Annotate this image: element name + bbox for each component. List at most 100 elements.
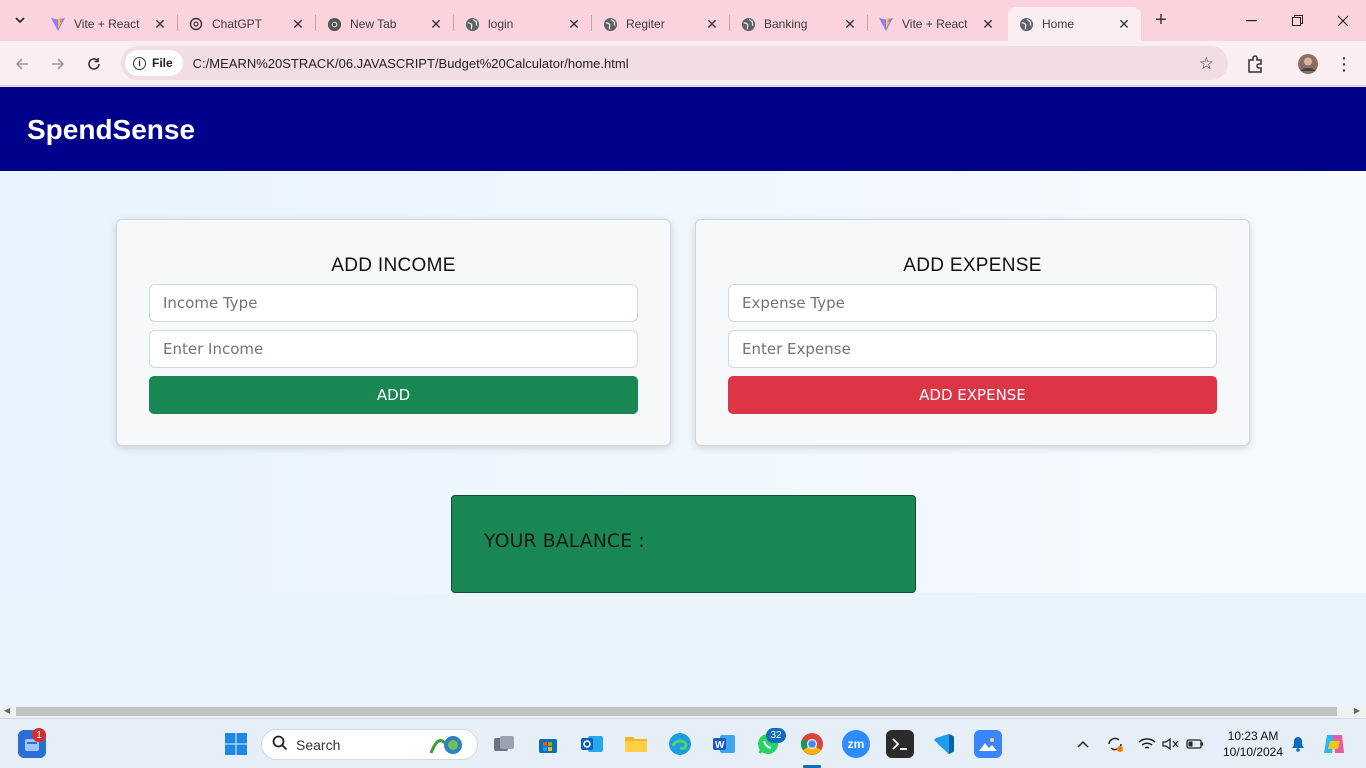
copilot-icon[interactable] (1322, 732, 1346, 756)
tab-label: Regiter (626, 17, 665, 31)
globe-icon (464, 16, 480, 32)
extensions-icon[interactable] (1243, 52, 1267, 76)
outlook-icon[interactable] (578, 730, 606, 758)
tab-label: login (488, 17, 514, 31)
tab-home[interactable]: Home ✕ (1008, 7, 1141, 41)
clock-time: 10:23 AM (1227, 729, 1279, 743)
tab-new-tab[interactable]: New Tab ✕ (316, 7, 454, 41)
search-highlight-icon (427, 733, 467, 760)
browser-tab-strip: Vite + React ✕ ChatGPT ✕ New Tab ✕ login… (0, 0, 1366, 41)
task-view-icon[interactable] (490, 730, 518, 758)
chatgpt-icon (188, 16, 204, 32)
notification-bell-icon[interactable] (1289, 735, 1307, 753)
expense-title: ADD EXPENSE (903, 255, 1042, 276)
tab-login[interactable]: login ✕ (454, 7, 592, 41)
tab-label: New Tab (350, 17, 397, 31)
terminal-icon[interactable] (886, 730, 914, 758)
scroll-left-icon[interactable]: ◀ (4, 706, 10, 715)
word-icon[interactable]: W (710, 730, 738, 758)
battery-icon[interactable] (1186, 735, 1204, 753)
more-menu-icon[interactable]: ⋮ (1332, 52, 1356, 76)
new-tab-button[interactable]: + (1150, 9, 1172, 31)
browser-toolbar: i File C:/MEARN%20STRACK/06.JAVASCRIPT/B… (0, 41, 1366, 86)
income-type-input[interactable]: Income Type (149, 284, 638, 322)
wifi-icon[interactable] (1138, 735, 1156, 753)
close-icon[interactable]: ✕ (841, 15, 859, 33)
globe-icon (1018, 16, 1034, 32)
add-expense-button[interactable]: ADD EXPENSE (728, 376, 1217, 414)
search-icon (272, 735, 288, 754)
close-icon[interactable]: ✕ (151, 15, 169, 33)
scroll-right-icon[interactable]: ▶ (1354, 706, 1360, 715)
brand-title: SpendSense (27, 114, 196, 145)
vscode-icon[interactable] (930, 730, 958, 758)
svg-text:W: W (715, 740, 725, 751)
income-amount-input[interactable]: Enter Income (149, 330, 638, 368)
income-card: ADD INCOME Income Type Enter Income ADD (116, 219, 671, 446)
globe-icon (740, 16, 756, 32)
close-icon[interactable]: ✕ (289, 15, 307, 33)
site-chip-label: File (152, 56, 173, 70)
close-icon[interactable]: ✕ (703, 15, 721, 33)
tab-chatgpt[interactable]: ChatGPT ✕ (178, 7, 316, 41)
search-label: Search (296, 736, 341, 753)
back-button[interactable] (10, 52, 34, 76)
edge-icon[interactable] (666, 730, 694, 758)
sync-icon[interactable] (1106, 735, 1124, 753)
close-icon[interactable]: ✕ (427, 15, 445, 33)
income-title: ADD INCOME (331, 255, 456, 276)
app-header: SpendSense (0, 87, 1366, 171)
vite-icon (878, 16, 894, 32)
vite-icon (50, 16, 66, 32)
horizontal-scrollbar[interactable]: ◀ ▶ (0, 705, 1366, 718)
tab-label: Home (1042, 17, 1075, 31)
tab-regiter[interactable]: Regiter ✕ (592, 7, 730, 41)
minimize-button[interactable] (1228, 0, 1274, 41)
tab-vite-react-2[interactable]: Vite + React ✕ (868, 7, 1005, 41)
info-icon: i (133, 56, 146, 70)
photos-icon[interactable] (974, 730, 1002, 758)
tab-banking[interactable]: Banking ✕ (730, 7, 868, 41)
scrollbar-thumb[interactable] (16, 707, 1337, 716)
windows-taskbar: 1 Search W 32 zm 10:23 AM 10/10/2024 (0, 718, 1366, 768)
taskbar-clock[interactable]: 10:23 AM 10/10/2024 (1218, 728, 1288, 760)
volume-muted-icon[interactable] (1162, 735, 1180, 753)
tab-label: Vite + React (74, 17, 140, 31)
bookmark-star-icon[interactable]: ☆ (1199, 54, 1214, 74)
expense-card: ADD EXPENSE Expense Type Enter Expense A… (695, 219, 1250, 446)
add-income-button[interactable]: ADD (149, 376, 638, 414)
balance-label: YOUR BALANCE : (484, 530, 645, 552)
profile-avatar[interactable] (1296, 52, 1320, 76)
zoom-icon[interactable]: zm (842, 730, 870, 758)
tab-vite-react-1[interactable]: Vite + React ✕ (40, 7, 178, 41)
clock-date: 10/10/2024 (1222, 745, 1284, 759)
chevron-up-icon[interactable] (1074, 735, 1092, 753)
taskbar-search[interactable]: Search (261, 729, 478, 760)
tab-label: ChatGPT (212, 17, 263, 31)
tab-label: Banking (764, 17, 808, 31)
chrome-icon (326, 16, 342, 32)
page-viewport: SpendSense ADD INCOME Income Type Enter … (0, 87, 1366, 705)
site-info-chip[interactable]: i File (125, 50, 183, 76)
microsoft-store-icon[interactable] (534, 730, 562, 758)
tab-search-icon[interactable] (8, 8, 32, 32)
close-icon[interactable]: ✕ (565, 15, 583, 33)
close-window-button[interactable] (1320, 0, 1366, 41)
file-explorer-icon[interactable] (622, 730, 650, 758)
expense-type-input[interactable]: Expense Type (728, 284, 1217, 322)
whatsapp-badge: 32 (766, 728, 786, 743)
close-icon[interactable]: ✕ (1115, 15, 1133, 33)
url-text[interactable]: C:/MEARN%20STRACK/06.JAVASCRIPT/Budget%2… (193, 56, 629, 71)
balance-panel: YOUR BALANCE : (451, 495, 916, 593)
chrome-icon[interactable] (798, 730, 826, 758)
restore-button[interactable] (1274, 0, 1320, 41)
windows-start-icon[interactable] (222, 730, 250, 758)
tab-label: Vite + React (902, 17, 968, 31)
reload-button[interactable] (82, 52, 106, 76)
forward-button[interactable] (46, 52, 70, 76)
expense-amount-input[interactable]: Enter Expense (728, 330, 1217, 368)
close-icon[interactable]: ✕ (979, 15, 997, 33)
address-bar[interactable]: i File C:/MEARN%20STRACK/06.JAVASCRIPT/B… (121, 46, 1228, 80)
globe-icon (602, 16, 618, 32)
widgets-badge: 1 (32, 728, 46, 742)
